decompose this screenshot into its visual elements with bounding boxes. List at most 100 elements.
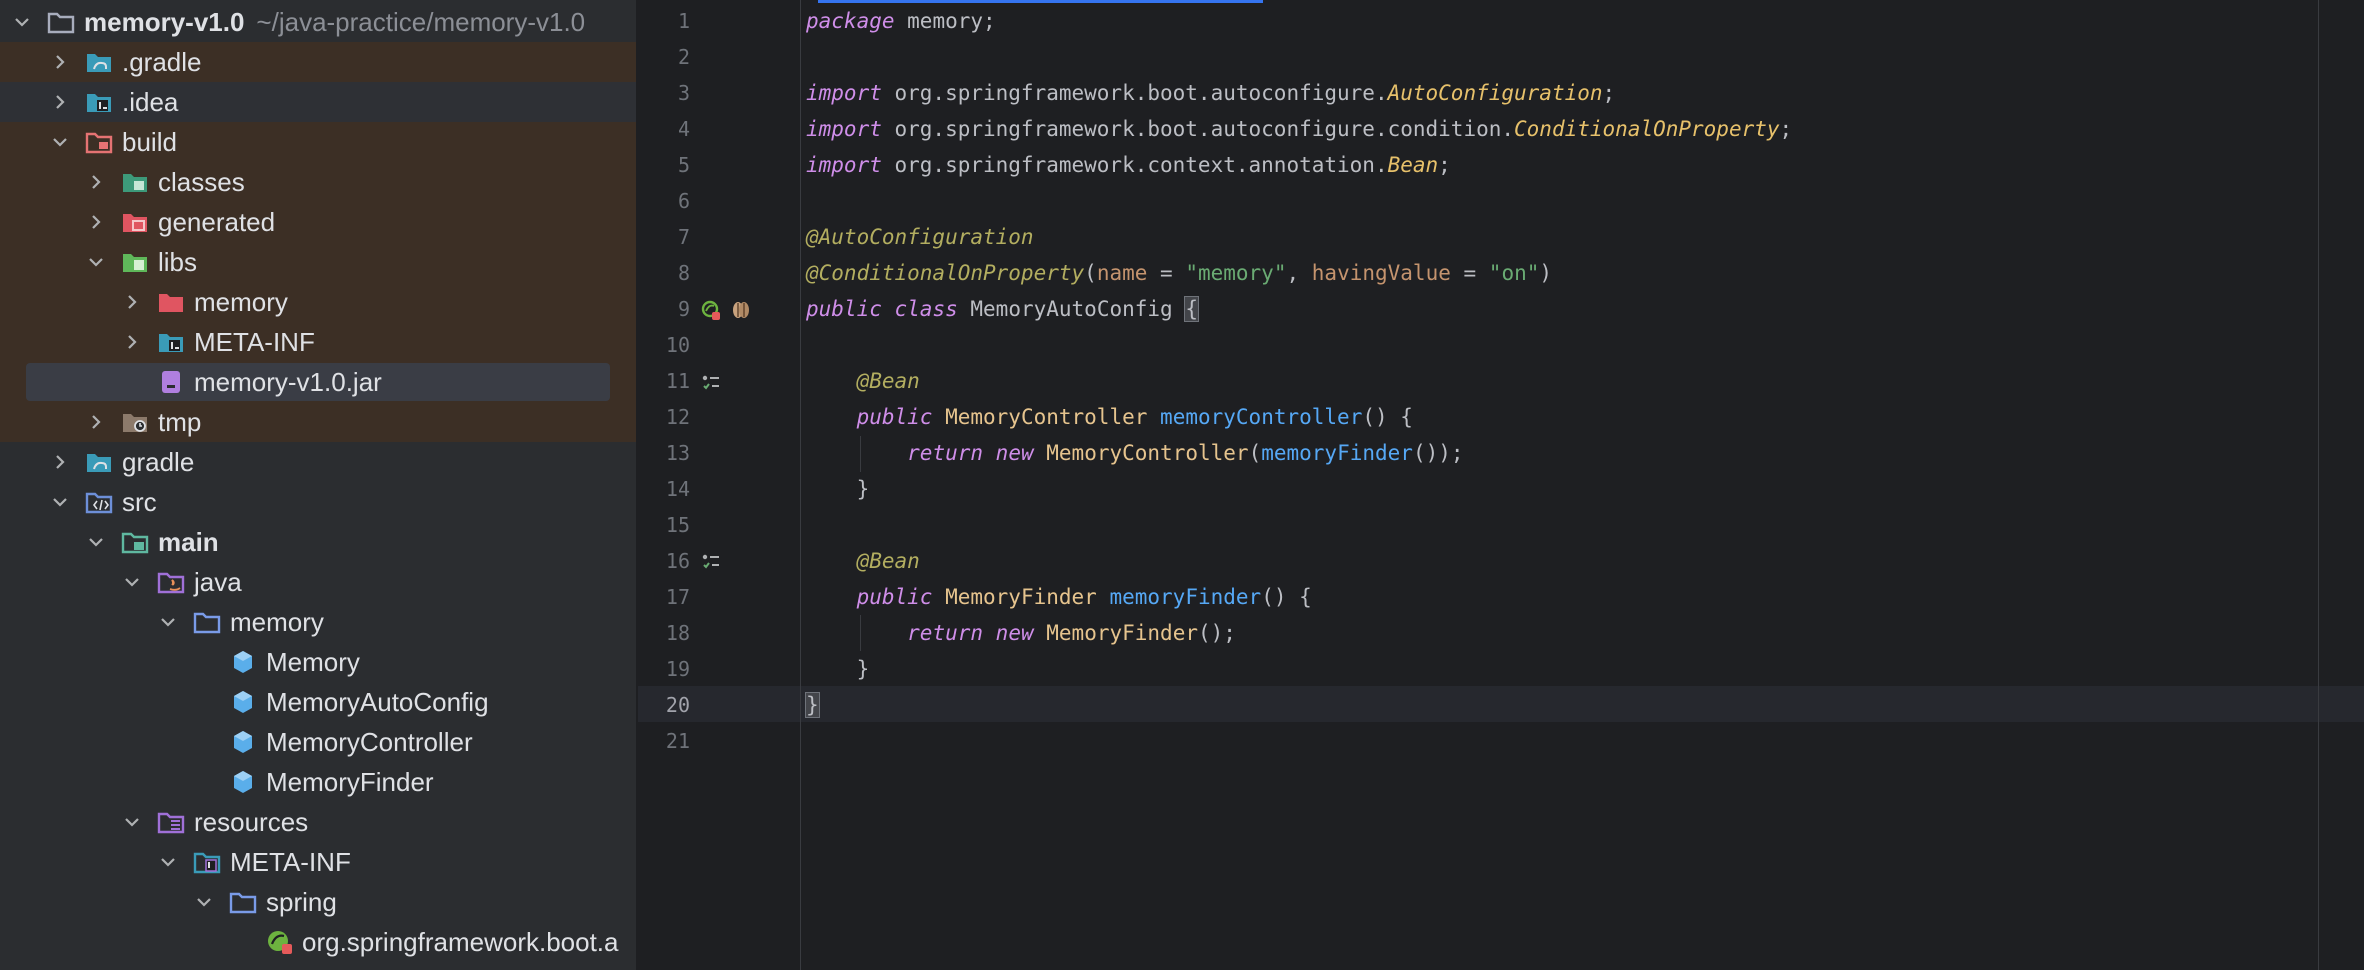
code-line-3[interactable]: import org.springframework.boot.autoconf… [806,75,1615,111]
code-line-7[interactable]: @AutoConfiguration [806,219,1034,255]
code-line-16[interactable]: @Bean [806,543,920,579]
line-number: 18 [665,621,690,645]
tree-item-spring[interactable]: spring [0,882,636,922]
code-text: ; [1779,117,1793,141]
folder-icon [156,289,186,315]
code-line-14[interactable]: } [806,471,870,507]
tree-item-memory-package[interactable]: memory [0,602,636,642]
chevron-down-icon[interactable] [158,852,178,872]
chevron-down-icon[interactable] [12,12,32,32]
tree-item-libs[interactable]: libs [0,242,636,282]
tree-item-class-memory-finder[interactable]: MemoryFinder [0,762,636,802]
chevron-down-icon[interactable] [86,252,106,272]
string-literal: "memory" [1185,261,1287,285]
tree-item-label: build [122,126,177,157]
generated-folder-icon [120,209,150,235]
spring-bean-gutter-icon[interactable] [700,299,722,321]
tree-item-class-memory-controller[interactable]: MemoryController [0,722,636,762]
code-text: = [1147,261,1186,285]
package-folder-icon [192,609,222,635]
chevron-down-icon[interactable] [86,532,106,552]
tree-item-autoconfig-imports[interactable]: org.springframework.boot.a [0,922,636,962]
tree-item-label: tmp [158,406,202,437]
gradle-folder-icon [84,49,114,75]
tree-item-class-memory-auto-config[interactable]: MemoryAutoConfig [0,682,636,722]
tree-item-classes[interactable]: classes [0,162,636,202]
keyword: import [806,153,882,177]
tree-item-label: gradle [122,446,195,477]
tree-item-label: spring [266,886,337,917]
chevron-right-icon[interactable] [50,52,70,72]
chevron-down-icon[interactable] [122,572,142,592]
tree-item-meta-inf[interactable]: META-INF [0,842,636,882]
code-line-1[interactable]: package memory; [806,3,996,39]
type-name: MemoryFinder [945,585,1097,609]
chevron-right-icon[interactable] [86,172,106,192]
code-text: ) [1539,261,1553,285]
code-line-13[interactable]: return new MemoryController(memoryFinder… [806,435,1463,471]
chevron-down-icon[interactable] [158,612,178,632]
tree-item-memory-lib[interactable]: memory [0,282,636,322]
tmp-folder-icon [120,409,150,435]
matched-brace: { [1184,296,1199,322]
tree-item-root[interactable]: memory-v1.0 ~/java-practice/memory-v1.0 [0,2,636,42]
line-number: 8 [677,261,690,285]
tree-item-java[interactable]: java [0,562,636,602]
line-number: 17 [665,585,690,609]
chevron-down-icon[interactable] [194,892,214,912]
keyword: new [995,441,1034,465]
tree-item-dot-gradle[interactable]: .gradle [0,42,636,82]
tree-item-generated[interactable]: generated [0,202,636,242]
param-name: name [1096,261,1148,285]
current-line-highlight [638,686,2364,722]
code-line-5[interactable]: import org.springframework.context.annot… [806,147,1451,183]
code-line-12[interactable]: public MemoryController memoryController… [806,399,1413,435]
bean-method-gutter-icon[interactable] [700,371,722,393]
bean-method-gutter-icon[interactable] [700,550,722,572]
code-editor[interactable]: 1 2 3 4 5 6 7 8 9 10 11 12 13 14 15 16 1… [638,0,2364,970]
chevron-right-icon[interactable] [50,92,70,112]
line-number: 19 [665,657,690,681]
keyword: public [856,405,933,429]
tree-item-build[interactable]: build [0,122,636,162]
tree-item-main[interactable]: main [0,522,636,562]
chevron-right-icon[interactable] [86,412,106,432]
chevron-down-icon[interactable] [122,812,142,832]
tree-item-label: memory-v1.0.jar [194,366,382,397]
code-line-8[interactable]: @ConditionalOnProperty(name = "memory", … [806,255,1552,291]
chevron-down-icon[interactable] [50,492,70,512]
tree-item-idea[interactable]: .idea [0,82,636,122]
tree-item-class-memory[interactable]: Memory [0,642,636,682]
bean-gutter-icon[interactable] [730,299,752,321]
right-margin-guide [2318,0,2319,970]
code-line-4[interactable]: import org.springframework.boot.autoconf… [806,111,1792,147]
code-line-20[interactable]: } [805,687,820,723]
tree-item-meta-inf-lib[interactable]: META-INF [0,322,636,362]
code-line-17[interactable]: public MemoryFinder memoryFinder() { [806,579,1312,615]
tree-item-src[interactable]: src [0,482,636,522]
tree-item-tmp[interactable]: tmp [0,402,636,442]
tree-item-resources[interactable]: resources [0,802,636,842]
chevron-right-icon[interactable] [50,452,70,472]
code-line-11[interactable]: @Bean [806,363,920,399]
chevron-right-icon[interactable] [122,332,142,352]
keyword: class [894,297,958,321]
keyword: public [856,585,933,609]
jar-file-icon [156,369,186,395]
line-number-current: 20 [665,693,690,717]
chevron-right-icon[interactable] [86,212,106,232]
tree-item-label: libs [158,246,198,277]
meta-inf-folder-icon [192,849,222,875]
code-text: (); [1197,621,1236,645]
code-text: org.springframework.boot.autoconfigure.c… [881,117,1515,141]
tree-item-memory-jar[interactable]: memory-v1.0.jar [0,362,636,402]
chevron-down-icon[interactable] [50,132,70,152]
class-icon [228,689,258,715]
tree-item-gradle[interactable]: gradle [0,442,636,482]
line-number: 3 [677,81,690,105]
code-line-9[interactable]: public class MemoryAutoConfig { [806,291,1199,327]
chevron-right-icon[interactable] [122,292,142,312]
code-line-18[interactable]: return new MemoryFinder(); [806,615,1236,651]
code-text: ; [1602,81,1616,105]
code-line-19[interactable]: } [806,651,870,687]
